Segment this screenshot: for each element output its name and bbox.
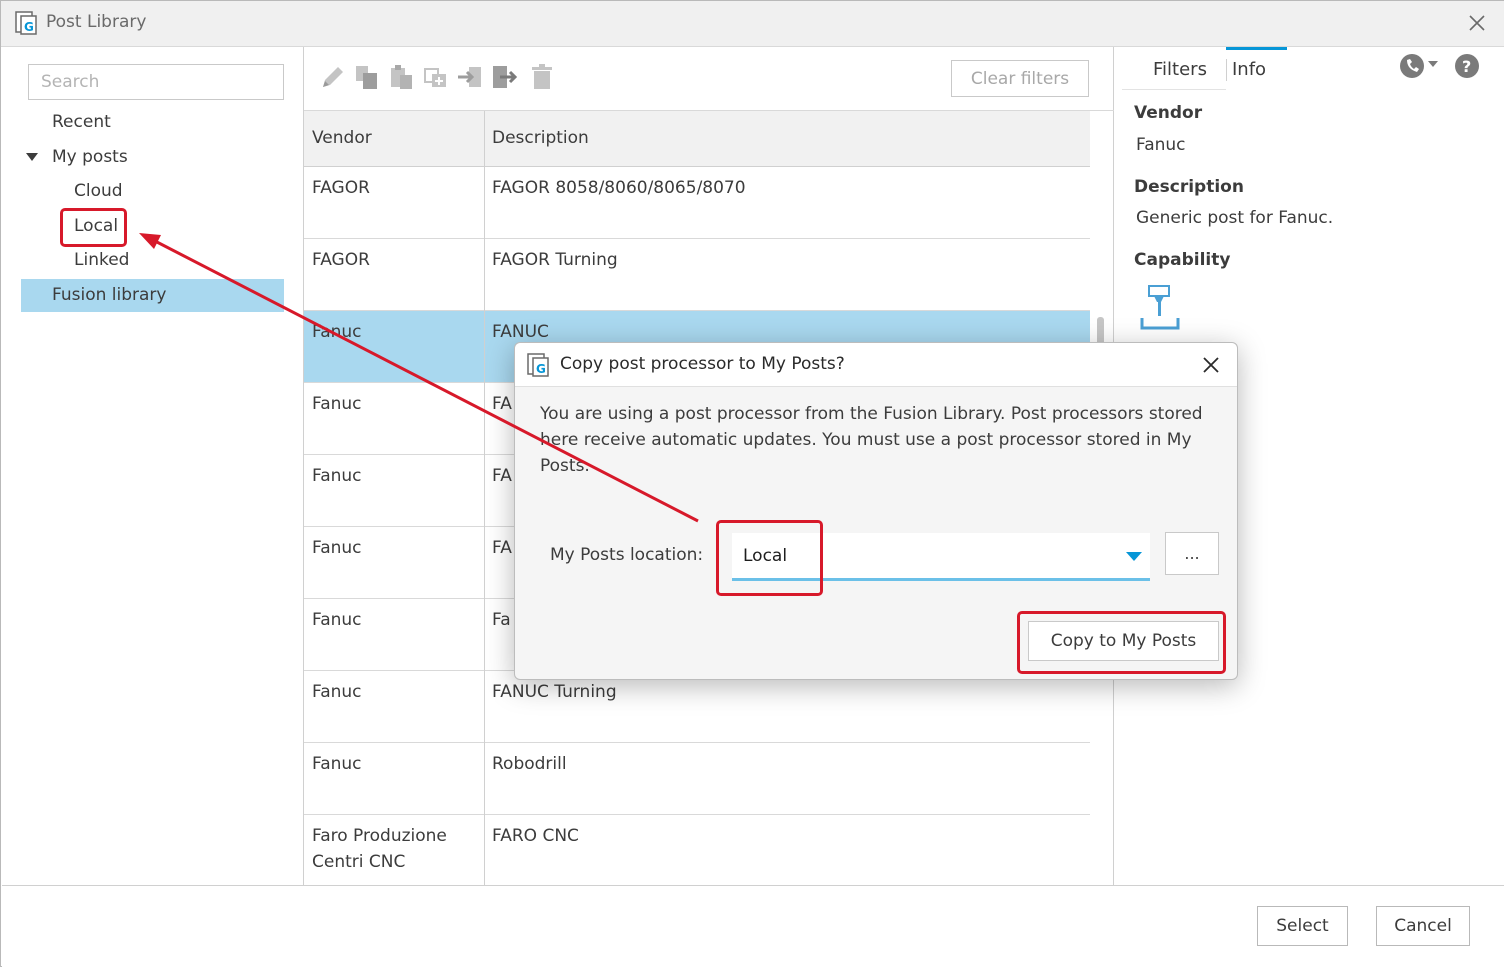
tab-underline (1122, 89, 1226, 90)
description-cell: FAGOR Turning (492, 250, 618, 270)
nav-fusion-library[interactable]: Fusion library (52, 285, 166, 305)
vendor-cell: FAGOR (312, 178, 370, 198)
close-icon[interactable] (1465, 11, 1489, 35)
table-row[interactable]: Fanuc FANUC Turning (304, 671, 1090, 743)
table-row[interactable]: Faro Produzione Centri CNC FARO CNC (304, 815, 1090, 887)
help-contact-icon[interactable] (1399, 53, 1425, 79)
dropdown-caret-icon[interactable] (1428, 61, 1438, 67)
svg-text:G: G (24, 20, 34, 34)
table-header: Vendor Description (304, 111, 1090, 167)
description-cell: FAGOR 8058/8060/8065/8070 (492, 178, 746, 198)
browse-button[interactable]: ... (1165, 532, 1219, 575)
chevron-down-icon (1126, 552, 1142, 561)
expand-triangle-icon[interactable] (26, 153, 38, 161)
milling-icon (1140, 284, 1180, 330)
vendor-cell: Fanuc (312, 610, 362, 630)
dialog-header: G Copy post processor to My Posts? (515, 343, 1237, 387)
description-cell: FA (492, 394, 512, 414)
vendor-cell: FAGOR (312, 250, 370, 270)
dialog-message: You are using a post processor from the … (540, 404, 1203, 476)
footer-bar: Select Cancel (2, 885, 1504, 967)
delete-icon[interactable] (528, 63, 556, 91)
nav-my-posts[interactable]: My posts (52, 147, 128, 167)
fusion-post-app-icon: G (527, 353, 549, 377)
vendor-cell: Fanuc (312, 322, 362, 342)
table-row[interactable]: Fanuc Robodrill (304, 743, 1090, 815)
post-toolbar: Clear filters (304, 47, 1114, 111)
description-column-header[interactable]: Description (492, 128, 589, 148)
vendor-cell: Fanuc (312, 682, 362, 702)
library-nav: Recent My posts Cloud Local Linked Fusio… (2, 47, 304, 885)
description-cell: Robodrill (492, 754, 567, 774)
location-label: My Posts location: (550, 545, 704, 565)
column-divider (484, 111, 485, 885)
nav-cloud[interactable]: Cloud (74, 181, 123, 201)
dialog-title: Copy post processor to My Posts? (560, 354, 845, 374)
annotation-highlight-local (60, 208, 127, 247)
vendor-value: Fanuc (1136, 135, 1186, 155)
title-bar: G Post Library (1, 1, 1504, 47)
edit-icon[interactable] (319, 63, 347, 91)
clear-filters-button[interactable]: Clear filters (951, 60, 1089, 97)
annotation-highlight-copy (1017, 611, 1226, 674)
copy-icon[interactable] (353, 63, 381, 91)
nav-linked[interactable]: Linked (74, 250, 129, 270)
description-value: Generic post for Fanuc. (1136, 208, 1334, 228)
duplicate-icon[interactable] (422, 63, 450, 91)
import-icon[interactable] (456, 63, 484, 91)
paste-icon[interactable] (388, 63, 416, 91)
description-label: Description (1134, 177, 1244, 197)
table-row[interactable]: FAGOR FAGOR 8058/8060/8065/8070 (304, 167, 1090, 239)
svg-text:?: ? (1462, 57, 1471, 76)
export-icon[interactable] (490, 63, 518, 91)
help-icon[interactable]: ? (1454, 53, 1480, 79)
window-title: Post Library (46, 12, 147, 32)
tab-info[interactable]: Info (1232, 59, 1266, 80)
fusion-post-app-icon: G (15, 11, 37, 35)
svg-text:G: G (536, 362, 546, 376)
nav-recent[interactable]: Recent (52, 112, 111, 132)
table-row[interactable]: FAGOR FAGOR Turning (304, 239, 1090, 311)
vendor-cell: Fanuc (312, 466, 362, 486)
vendor-cell: Faro Produzione Centri CNC (312, 826, 447, 872)
post-library-window: G Post Library Recent My posts Cloud Loc… (0, 0, 1504, 967)
select-button[interactable]: Select (1257, 906, 1348, 946)
description-cell: FARO CNC (492, 826, 579, 846)
description-cell: FA (492, 538, 512, 558)
tab-separator (1226, 59, 1227, 81)
vendor-cell: Fanuc (312, 754, 362, 774)
description-cell: FA (492, 466, 512, 486)
vendor-cell: Fanuc (312, 538, 362, 558)
tab-filters[interactable]: Filters (1153, 59, 1207, 80)
vendor-cell: Fanuc (312, 394, 362, 414)
capability-label: Capability (1134, 250, 1231, 270)
vendor-column-header[interactable]: Vendor (312, 128, 372, 148)
active-tab-indicator (1226, 47, 1287, 50)
cancel-button[interactable]: Cancel (1376, 906, 1470, 946)
close-icon[interactable] (1199, 353, 1223, 377)
vendor-label: Vendor (1134, 103, 1203, 123)
search-input[interactable] (28, 64, 284, 100)
description-cell: FANUC Turning (492, 682, 617, 702)
description-cell: Fa (492, 610, 511, 630)
annotation-highlight-location (716, 520, 823, 596)
